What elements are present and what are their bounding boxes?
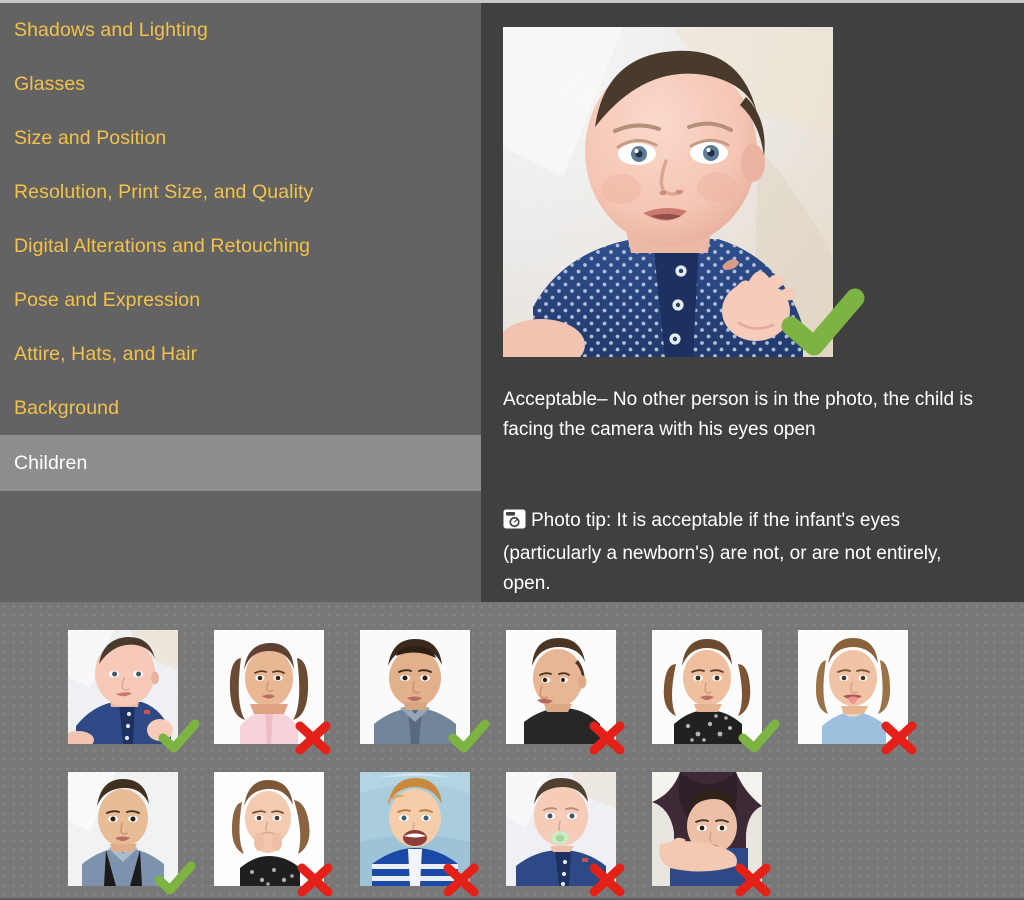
thumbnail-item[interactable] <box>798 630 917 755</box>
camera-icon <box>503 509 526 539</box>
sidebar: Shadows and Lighting Glasses Size and Po… <box>0 3 481 602</box>
example-thumbnail-strip <box>0 602 1024 898</box>
sidebar-item-label: Shadows and Lighting <box>14 18 208 41</box>
thumbnail-item[interactable] <box>506 772 625 897</box>
thumbnail-item[interactable] <box>360 772 479 897</box>
cross-icon <box>292 718 334 758</box>
thumbnail-item[interactable] <box>506 630 625 755</box>
sidebar-item-label: Background <box>14 396 120 419</box>
check-icon <box>738 718 780 754</box>
sidebar-item-size-and-position[interactable]: Size and Position <box>0 111 481 165</box>
photo-tip-text: Photo tip: It is acceptable if the infan… <box>503 510 942 594</box>
sidebar-item-resolution-print-size-and-quality[interactable]: Resolution, Print Size, and Quality <box>0 165 481 219</box>
check-icon <box>154 860 196 896</box>
thumbnail-item[interactable] <box>360 630 490 753</box>
sidebar-item-label: Attire, Hats, and Hair <box>14 342 198 365</box>
photo-caption: Acceptable– No other person is in the ph… <box>503 389 974 440</box>
cross-icon <box>878 718 920 758</box>
sidebar-item-label: Digital Alterations and Retouching <box>14 234 311 257</box>
cross-icon <box>586 718 628 758</box>
sidebar-item-attire-hats-and-hair[interactable]: Attire, Hats, and Hair <box>0 327 481 381</box>
sidebar-item-pose-and-expression[interactable]: Pose and Expression <box>0 273 481 327</box>
cross-icon <box>440 860 482 900</box>
thumbnail-item[interactable] <box>214 630 331 755</box>
sidebar-item-label: Children <box>14 451 88 474</box>
sidebar-item-glasses[interactable]: Glasses <box>0 57 481 111</box>
sidebar-item-label: Resolution, Print Size, and Quality <box>14 180 314 203</box>
sidebar-item-label: Pose and Expression <box>14 288 201 311</box>
sidebar-item-children[interactable]: Children <box>0 435 481 491</box>
thumbnail-item[interactable] <box>68 772 196 895</box>
check-icon <box>448 718 490 754</box>
thumbnail-item[interactable] <box>214 772 333 897</box>
sidebar-item-label: Glasses <box>14 72 86 95</box>
thumbnail-row-1 <box>68 630 917 755</box>
check-icon <box>158 718 200 754</box>
cross-icon <box>732 860 774 900</box>
thumbnail-item[interactable] <box>652 772 771 897</box>
check-icon <box>781 286 866 363</box>
upper-section: Shadows and Lighting Glasses Size and Po… <box>0 3 1024 602</box>
thumbnail-item[interactable] <box>652 630 780 753</box>
thumbnail-item[interactable] <box>68 630 200 753</box>
photo-tip: Photo tip: It is acceptable if the infan… <box>503 506 989 599</box>
sidebar-nav: Shadows and Lighting Glasses Size and Po… <box>0 3 481 491</box>
sidebar-item-background[interactable]: Background <box>0 381 481 435</box>
sidebar-item-digital-alterations-and-retouching[interactable]: Digital Alterations and Retouching <box>0 219 481 273</box>
photo-requirements-page: Shadows and Lighting Glasses Size and Po… <box>0 0 1024 898</box>
detail-panel: Acceptable– No other person is in the ph… <box>481 3 1024 602</box>
cross-icon <box>586 860 628 900</box>
sidebar-item-label: Size and Position <box>14 126 167 149</box>
thumbnail-row-2 <box>68 772 771 897</box>
sidebar-item-shadows-and-lighting[interactable]: Shadows and Lighting <box>0 3 481 57</box>
cross-icon <box>294 860 336 900</box>
